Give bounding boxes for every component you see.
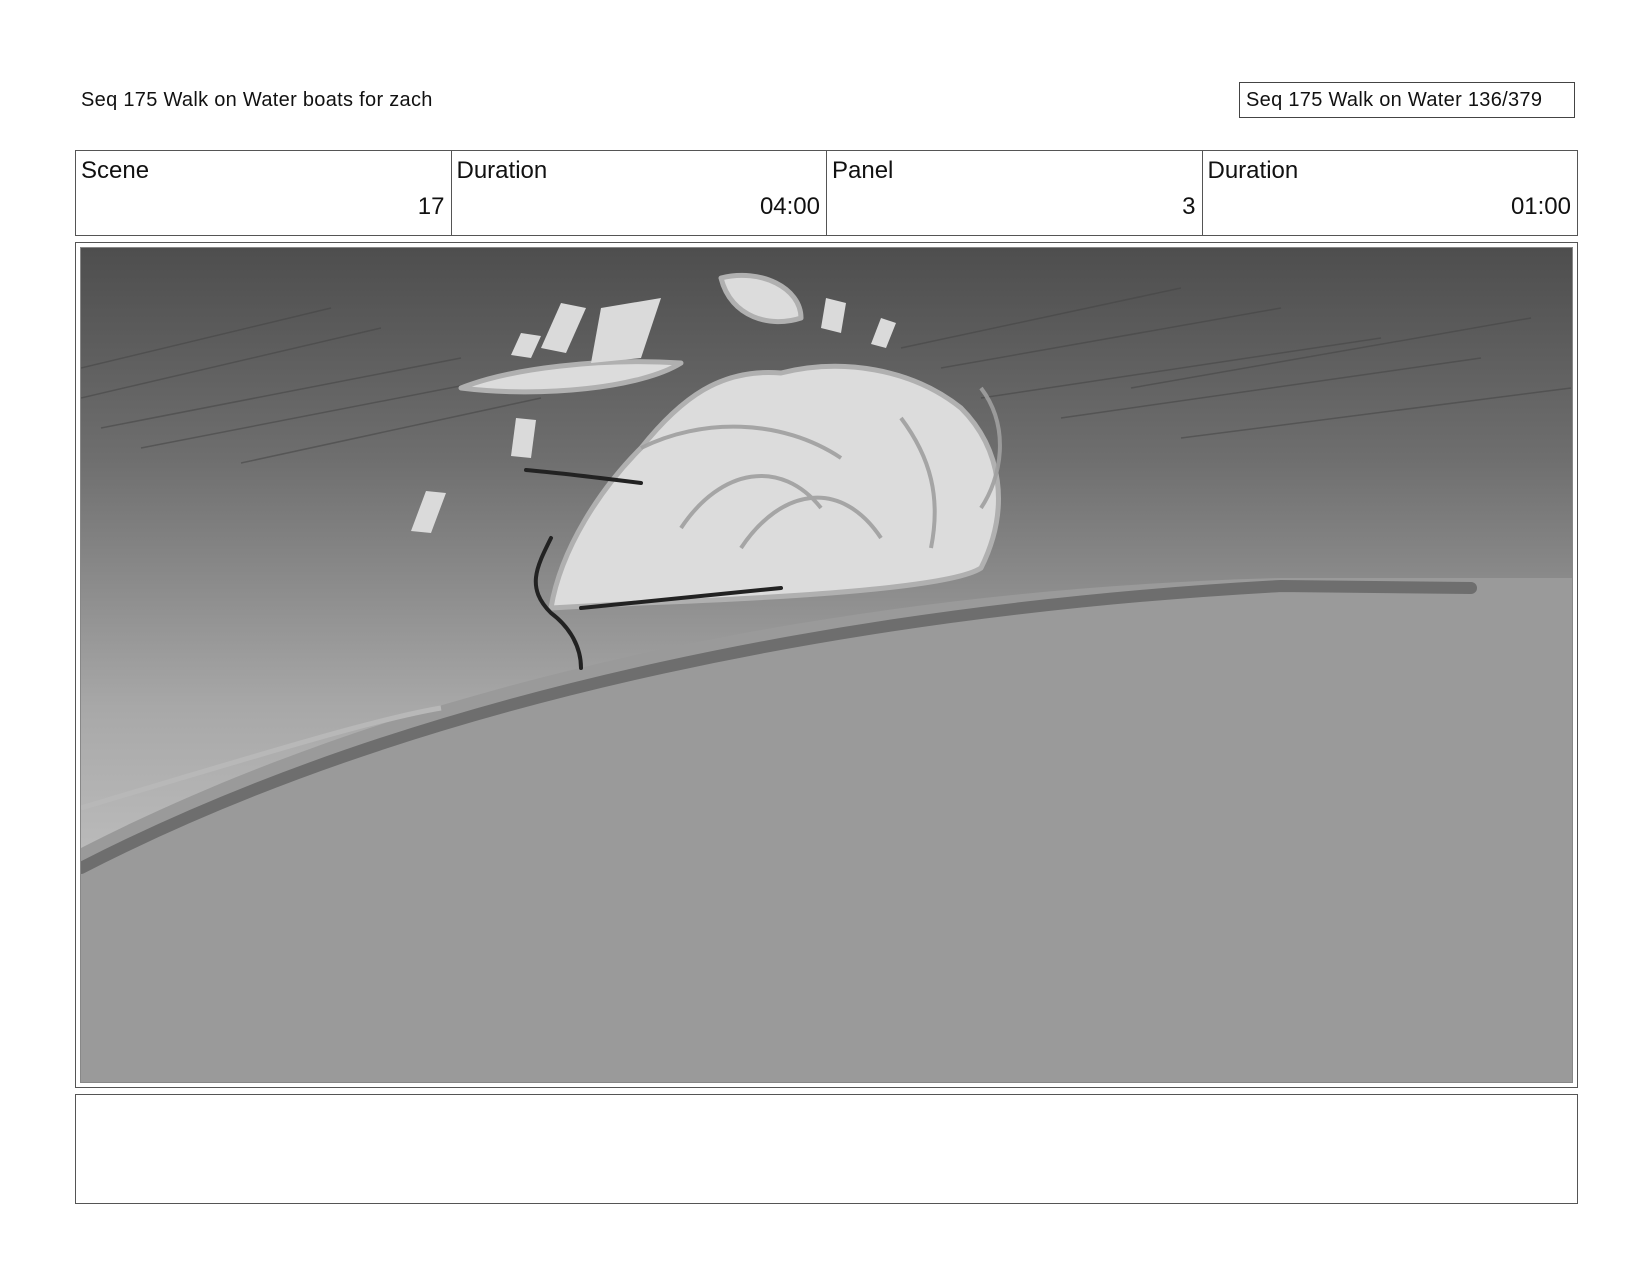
scene-number: 17 [417, 193, 445, 220]
scene-label: Scene [81, 157, 150, 184]
panel-number: 3 [1182, 193, 1196, 220]
scene-cell: Scene 17 [76, 151, 452, 235]
panel-cell: Panel 3 [827, 151, 1203, 235]
storyboard-panel-image [80, 247, 1573, 1083]
page-counter: Seq 175 Walk on Water 136/379 [1239, 82, 1575, 118]
scene-duration-cell: Duration 04:00 [452, 151, 827, 235]
notes-box[interactable] [75, 1094, 1578, 1204]
panel-info-row: Scene 17 Duration 04:00 Panel 3 Duration… [75, 150, 1578, 236]
sequence-title: Seq 175 Walk on Water boats for zach [81, 89, 433, 111]
storyboard-panel-frame [75, 242, 1578, 1088]
scene-duration-value: 04:00 [759, 193, 820, 220]
panel-duration-cell: Duration 01:00 [1203, 151, 1578, 235]
sketch-drawing [81, 248, 1572, 1082]
scene-duration-label: Duration [456, 157, 548, 184]
panel-duration-value: 01:00 [1510, 193, 1571, 220]
panel-label: Panel [832, 157, 894, 184]
panel-duration-label: Duration [1207, 157, 1299, 184]
